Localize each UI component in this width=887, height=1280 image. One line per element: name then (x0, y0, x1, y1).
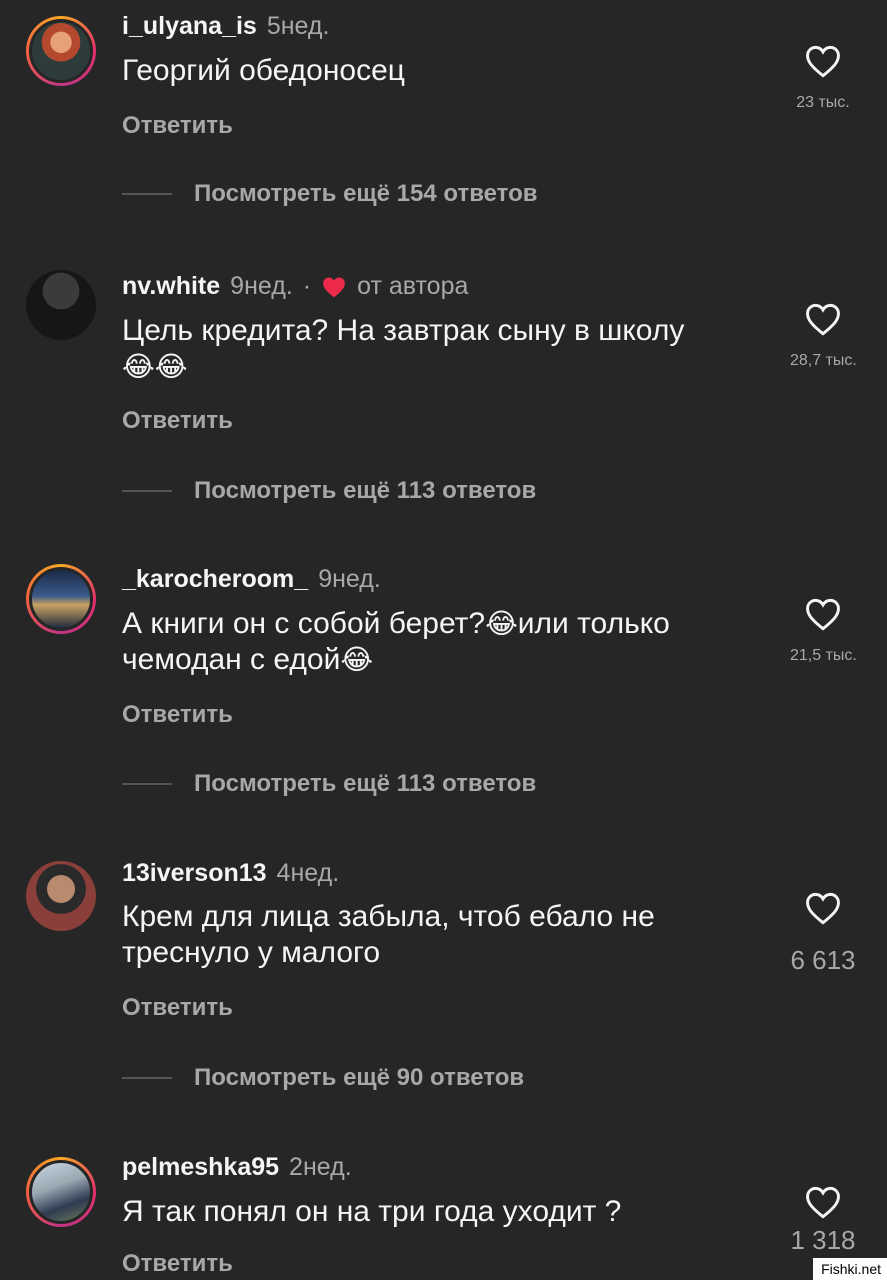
comment-text: Крем для лица забыла, чтоб ебало не трес… (122, 900, 655, 969)
divider (122, 490, 172, 492)
like-count: 6 613 (790, 945, 856, 975)
author-badge: от автора (357, 272, 469, 300)
comment-username[interactable]: i_ulyana_is (122, 12, 257, 41)
comment-time: 4нед. (276, 859, 340, 887)
comment-time: 5нед. (266, 12, 330, 40)
avatar[interactable] (26, 861, 96, 931)
heart-outline-icon (806, 303, 840, 336)
comment-text: А книги он с собой берет?😂или только чем… (122, 606, 762, 678)
view-more-label: Посмотреть ещё 113 ответов (194, 770, 537, 797)
reply-button[interactable]: Ответить (122, 112, 233, 140)
comment-time: 9нед. (318, 565, 381, 593)
comment-username[interactable]: _karocheroom_ (122, 565, 308, 594)
laughing-emoji: 😂 (340, 644, 374, 675)
heart-outline-icon (806, 598, 840, 631)
like-button[interactable]: 6 613 (782, 891, 864, 976)
view-more-label: Посмотреть ещё 154 ответов (194, 180, 538, 207)
like-button[interactable]: 21,5 тыс. (790, 597, 857, 665)
avatar[interactable] (26, 564, 96, 634)
divider (122, 783, 172, 785)
like-count: 28,7 тыс. (790, 352, 857, 369)
like-button[interactable]: 23 тыс. (790, 44, 856, 112)
comment-username[interactable]: 13iverson13 (122, 859, 267, 888)
comment-text: Я так понял он на три года уходит ? (122, 1195, 622, 1228)
comment-text: Цель кредита? На завтрак сыну в школу 😂😂 (122, 313, 762, 385)
avatar[interactable] (26, 1157, 96, 1227)
comment-text-part: А книги он с собой берет? (122, 607, 486, 640)
view-more-replies[interactable]: Посмотреть ещё 113 ответов (122, 477, 536, 505)
watermark: Fishki.net (813, 1258, 887, 1280)
reply-button[interactable]: Ответить (122, 994, 233, 1022)
heart-filled-icon (323, 276, 345, 297)
laughing-emoji: 😂 (485, 608, 518, 639)
separator: · (302, 272, 312, 300)
comment-username[interactable]: nv.white (122, 272, 220, 301)
view-more-label: Посмотреть ещё 113 ответов (194, 477, 537, 504)
view-more-label: Посмотреть ещё 90 ответов (194, 1064, 525, 1091)
reply-button[interactable]: Ответить (122, 407, 233, 435)
comment-time: 9нед. (230, 272, 293, 300)
avatar[interactable] (26, 16, 96, 86)
reply-button[interactable]: Ответить (122, 701, 233, 729)
heart-outline-icon (806, 892, 840, 925)
divider (122, 1077, 172, 1079)
view-more-replies[interactable]: Посмотреть ещё 90 ответов (122, 1064, 524, 1092)
heart-outline-icon (806, 1186, 840, 1219)
avatar[interactable] (26, 270, 96, 340)
reply-button[interactable]: Ответить (122, 1250, 233, 1278)
comment-text: Георгий обедоносец (122, 54, 405, 87)
like-count: 21,5 тыс. (790, 647, 857, 664)
view-more-replies[interactable]: Посмотреть ещё 113 ответов (122, 770, 536, 798)
like-button[interactable]: 1 318 (782, 1185, 864, 1256)
comment-username[interactable]: pelmeshka95 (122, 1153, 279, 1182)
like-count: 23 тыс. (796, 94, 850, 111)
comment-text-body: Цель кредита? На завтрак сыну в школу (122, 314, 685, 347)
like-count: 1 318 (790, 1225, 856, 1255)
comment-time: 2нед. (289, 1153, 352, 1181)
divider (122, 193, 172, 195)
like-button[interactable]: 28,7 тыс. (790, 302, 857, 370)
heart-outline-icon (806, 45, 840, 78)
view-more-replies[interactable]: Посмотреть ещё 154 ответов (122, 180, 538, 208)
laughing-emoji: 😂😂 (122, 351, 188, 382)
